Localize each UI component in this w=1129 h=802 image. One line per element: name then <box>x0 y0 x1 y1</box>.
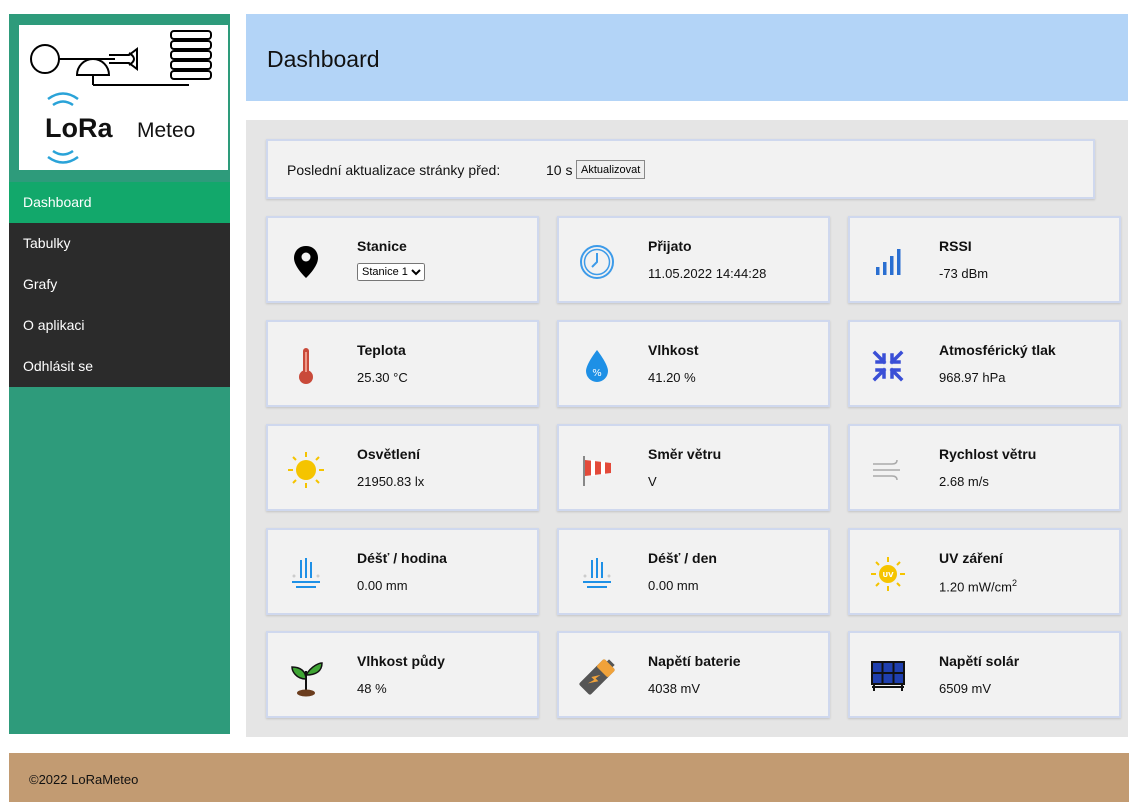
card-value: 0.00 mm <box>357 578 408 593</box>
card-stanice: Stanice Stanice 1 <box>266 216 539 303</box>
uv-unit-exponent: 2 <box>1011 578 1017 588</box>
card-rssi: RSSI -73 dBm <box>848 216 1121 303</box>
sidebar: LoRa Meteo Dashboard Tabulky Grafy O apl… <box>9 14 230 734</box>
card-tlak: Atmosférický tlak 968.97 hPa <box>848 320 1121 407</box>
footer-copyright: ©2022 LoRaMeteo <box>29 772 139 787</box>
card-label: Rychlost větru <box>939 446 1037 462</box>
card-label: Vlhkost půdy <box>357 653 445 669</box>
card-value: 968.97 hPa <box>939 370 1006 385</box>
card-label: Vlhkost <box>648 342 699 358</box>
nav-item-grafy[interactable]: Grafy <box>9 264 230 305</box>
clock-icon <box>575 240 619 284</box>
card-prijato: Přijato 11.05.2022 14:44:28 <box>557 216 830 303</box>
card-baterie: Napětí baterie 4038 mV <box>557 631 830 718</box>
thermometer-icon <box>284 344 328 388</box>
card-label: Atmosférický tlak <box>939 342 1056 358</box>
uv-value: 1.20 mW/cm <box>939 579 1012 595</box>
plant-icon <box>284 655 328 699</box>
windsock-icon <box>575 448 619 492</box>
update-bar: Poslední aktualizace stránky před: 10 s … <box>266 139 1095 199</box>
card-vlhkost: % Vlhkost 41.20 % <box>557 320 830 407</box>
card-label: Přijato <box>648 238 692 254</box>
card-label: RSSI <box>939 238 972 254</box>
footer: ©2022 LoRaMeteo <box>9 753 1129 802</box>
nav-item-o-aplikaci[interactable]: O aplikaci <box>9 305 230 346</box>
signal-bars-icon <box>866 240 910 284</box>
logo: LoRa Meteo <box>19 25 228 170</box>
card-label: Napětí solár <box>939 653 1020 669</box>
update-value: 10 s <box>546 162 573 178</box>
rain-icon <box>284 552 328 596</box>
card-label: Stanice <box>357 238 407 254</box>
card-smer: Směr větru V <box>557 424 830 511</box>
card-osvetleni: Osvětlení 21950.83 lx <box>266 424 539 511</box>
sun-icon <box>284 448 328 492</box>
dashboard-main: Poslední aktualizace stránky před: 10 s … <box>246 120 1128 737</box>
card-uv: UV UV záření 1.20 mW/cm2 <box>848 528 1121 615</box>
logo-brand: LoRa <box>45 113 113 143</box>
card-dest-den: Déšť / den 0.00 mm <box>557 528 830 615</box>
refresh-button[interactable]: Aktualizovat <box>576 160 646 179</box>
card-label: Osvětlení <box>357 446 421 462</box>
card-label: Déšť / den <box>648 550 717 566</box>
uv-sun-icon: UV <box>866 552 910 596</box>
card-value: 11.05.2022 14:44:28 <box>648 266 767 281</box>
card-label: Směr větru <box>648 446 722 462</box>
nav-item-tabulky[interactable]: Tabulky <box>9 223 230 264</box>
card-value: -73 dBm <box>939 266 989 281</box>
water-drop-icon: % <box>575 344 619 388</box>
page-title: Dashboard <box>267 46 380 72</box>
card-label: Teplota <box>357 342 406 358</box>
card-value: 0.00 mm <box>648 578 699 593</box>
card-dest-hodina: Déšť / hodina 0.00 mm <box>266 528 539 615</box>
card-vlhkost-pudy: Vlhkost půdy 48 % <box>266 631 539 718</box>
wind-icon <box>866 448 910 492</box>
main-nav: Dashboard Tabulky Grafy O aplikaci Odhlá… <box>9 182 230 387</box>
card-value: 25.30 °C <box>357 370 408 385</box>
nav-item-odhlasit[interactable]: Odhlásit se <box>9 346 230 387</box>
pressure-arrows-icon <box>866 344 910 388</box>
card-value: 48 % <box>357 681 387 696</box>
card-value: 6509 mV <box>939 681 992 696</box>
location-pin-icon <box>284 240 328 284</box>
card-label: UV záření <box>939 550 1003 566</box>
rain-icon <box>575 552 619 596</box>
card-value: V <box>648 474 657 489</box>
solar-panel-icon <box>866 655 910 699</box>
nav-item-dashboard[interactable]: Dashboard <box>9 182 230 223</box>
weather-station-icon <box>30 30 212 164</box>
card-label: Déšť / hodina <box>357 550 447 566</box>
card-value: 4038 mV <box>648 681 701 696</box>
card-rychlost: Rychlost větru 2.68 m/s <box>848 424 1121 511</box>
update-text: Poslední aktualizace stránky před: <box>287 162 501 178</box>
battery-icon <box>575 655 619 699</box>
card-value: 2.68 m/s <box>939 474 989 489</box>
page-header: Dashboard <box>246 14 1128 101</box>
card-value: 41.20 % <box>648 370 696 385</box>
svg-text:%: % <box>592 368 602 379</box>
card-solar: Napětí solár 6509 mV <box>848 631 1121 718</box>
card-value: 21950.83 lx <box>357 474 425 489</box>
logo-suffix: Meteo <box>137 119 196 142</box>
svg-text:UV: UV <box>882 571 894 579</box>
card-teplota: Teplota 25.30 °C <box>266 320 539 407</box>
station-select[interactable]: Stanice 1 <box>357 263 425 281</box>
card-label: Napětí baterie <box>648 653 741 669</box>
card-value: 1.20 mW/cm2 <box>939 578 1017 594</box>
